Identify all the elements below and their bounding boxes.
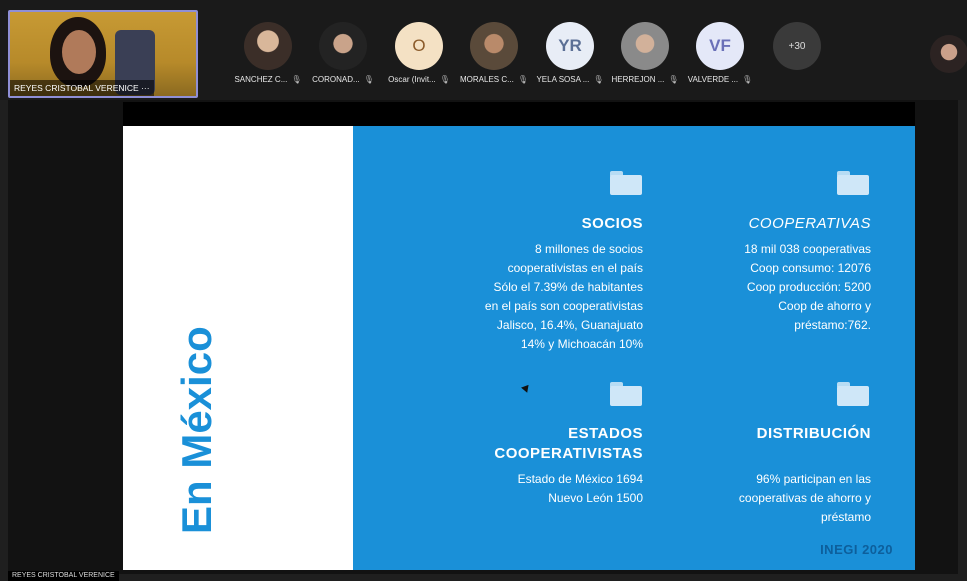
avatar[interactable] bbox=[930, 35, 967, 73]
more-participants-button[interactable]: +30 bbox=[773, 22, 821, 70]
avatar: YR bbox=[546, 22, 594, 70]
socios-line: 14% y Michoacán 10% bbox=[520, 337, 643, 351]
cooperativas-block: COOPERATIVAS 18 mil 038 cooperativas Coo… bbox=[641, 214, 871, 335]
participant-tile[interactable]: YR YELA SOSA ... 🎙 bbox=[535, 22, 605, 92]
avatar bbox=[470, 22, 518, 70]
estados-heading: ESTADOS bbox=[568, 425, 643, 442]
distribucion-block: DISTRIBUCIÓN 96% participan en las coope… bbox=[641, 424, 871, 527]
folder-icon bbox=[610, 171, 642, 195]
participant-name: SANCHEZ C... bbox=[234, 75, 288, 84]
avatar: O bbox=[395, 22, 443, 70]
estados-heading: COOPERATIVISTAS bbox=[494, 445, 643, 462]
folder-icon bbox=[610, 382, 642, 406]
self-video-tile[interactable]: REYES CRISTOBAL VERENICE ··· bbox=[8, 10, 198, 98]
participant-tile[interactable]: SANCHEZ C... 🎙 bbox=[233, 22, 303, 92]
folder-icon bbox=[837, 171, 869, 195]
participant-tile[interactable]: O Oscar (Invit... 🎙 bbox=[384, 22, 454, 92]
socios-block: SOCIOS 8 millones de socios cooperativis… bbox=[363, 214, 643, 354]
distribucion-line: cooperativas de ahorro y bbox=[738, 491, 871, 505]
source-label: INEGI 2020 bbox=[820, 542, 893, 557]
participant-strip: REYES CRISTOBAL VERENICE ··· SANCHEZ C..… bbox=[0, 0, 967, 100]
cooperativas-heading: COOPERATIVAS bbox=[748, 215, 871, 232]
more-options-icon[interactable]: ··· bbox=[141, 83, 150, 93]
participant-name: MORALES C... bbox=[460, 75, 514, 84]
folder-icon bbox=[837, 382, 869, 406]
avatar: VF bbox=[696, 22, 744, 70]
video-person-face bbox=[62, 30, 96, 74]
participant-name: VALVERDE ... bbox=[687, 75, 739, 84]
socios-line: 8 millones de socios bbox=[534, 242, 643, 256]
slide-title-panel: En México bbox=[123, 126, 353, 570]
participant-name: Oscar (Invit... bbox=[388, 75, 436, 84]
slide-letterbox bbox=[123, 102, 915, 126]
mic-muted-icon: 🎙 bbox=[742, 75, 753, 84]
avatar bbox=[319, 22, 367, 70]
participant-name: HERREJON ... bbox=[611, 75, 665, 84]
cooperativas-line: préstamo:762. bbox=[794, 318, 871, 332]
self-name: REYES CRISTOBAL VERENICE bbox=[14, 83, 139, 93]
socios-line: Sólo el 7.39% de habitantes bbox=[493, 280, 643, 294]
meeting-window: REYES CRISTOBAL VERENICE ··· SANCHEZ C..… bbox=[0, 0, 967, 581]
slide-title: En México bbox=[173, 326, 220, 534]
cooperativas-line: Coop de ahorro y bbox=[778, 299, 871, 313]
slide-content-panel: SOCIOS 8 millones de socios cooperativis… bbox=[353, 126, 915, 570]
estados-line: Nuevo León 1500 bbox=[548, 491, 643, 505]
cooperativas-line: 18 mil 038 cooperativas bbox=[744, 242, 871, 256]
self-name-chip: REYES CRISTOBAL VERENICE ··· bbox=[10, 80, 154, 96]
distribucion-line: préstamo bbox=[820, 510, 871, 524]
presentation-slide: En México SOCIOS 8 millones de socios co… bbox=[123, 126, 915, 570]
presenter-name-label: REYES CRISTOBAL VERENICE bbox=[8, 571, 119, 581]
socios-heading: SOCIOS bbox=[581, 215, 643, 232]
avatar bbox=[621, 22, 669, 70]
participant-tile[interactable]: CORONAD... 🎙 bbox=[308, 22, 378, 92]
participant-tile[interactable]: VF VALVERDE ... 🎙 bbox=[685, 22, 755, 92]
participant-tile[interactable]: HERREJON ... 🎙 bbox=[610, 22, 680, 92]
cooperativas-line: Coop consumo: 12076 bbox=[750, 261, 871, 275]
participant-tile[interactable]: MORALES C... 🎙 bbox=[459, 22, 529, 92]
participant-name: CORONAD... bbox=[312, 75, 360, 84]
estados-line: Estado de México 1694 bbox=[517, 472, 643, 486]
cooperativas-line: Coop producción: 5200 bbox=[746, 280, 871, 294]
participant-name: YELA SOSA ... bbox=[536, 75, 590, 84]
socios-line: en el país son cooperativistas bbox=[484, 299, 643, 313]
distribucion-heading: DISTRIBUCIÓN bbox=[756, 425, 871, 442]
socios-line: cooperativistas en el país bbox=[507, 261, 643, 275]
estados-block: ESTADOS COOPERATIVISTAS Estado de México… bbox=[363, 424, 643, 508]
mic-muted-icon: 🎙 bbox=[363, 75, 374, 84]
distribucion-line: 96% participan en las bbox=[756, 472, 871, 486]
socios-line: Jalisco, 16.4%, Guanajuato bbox=[496, 318, 643, 332]
avatar bbox=[244, 22, 292, 70]
